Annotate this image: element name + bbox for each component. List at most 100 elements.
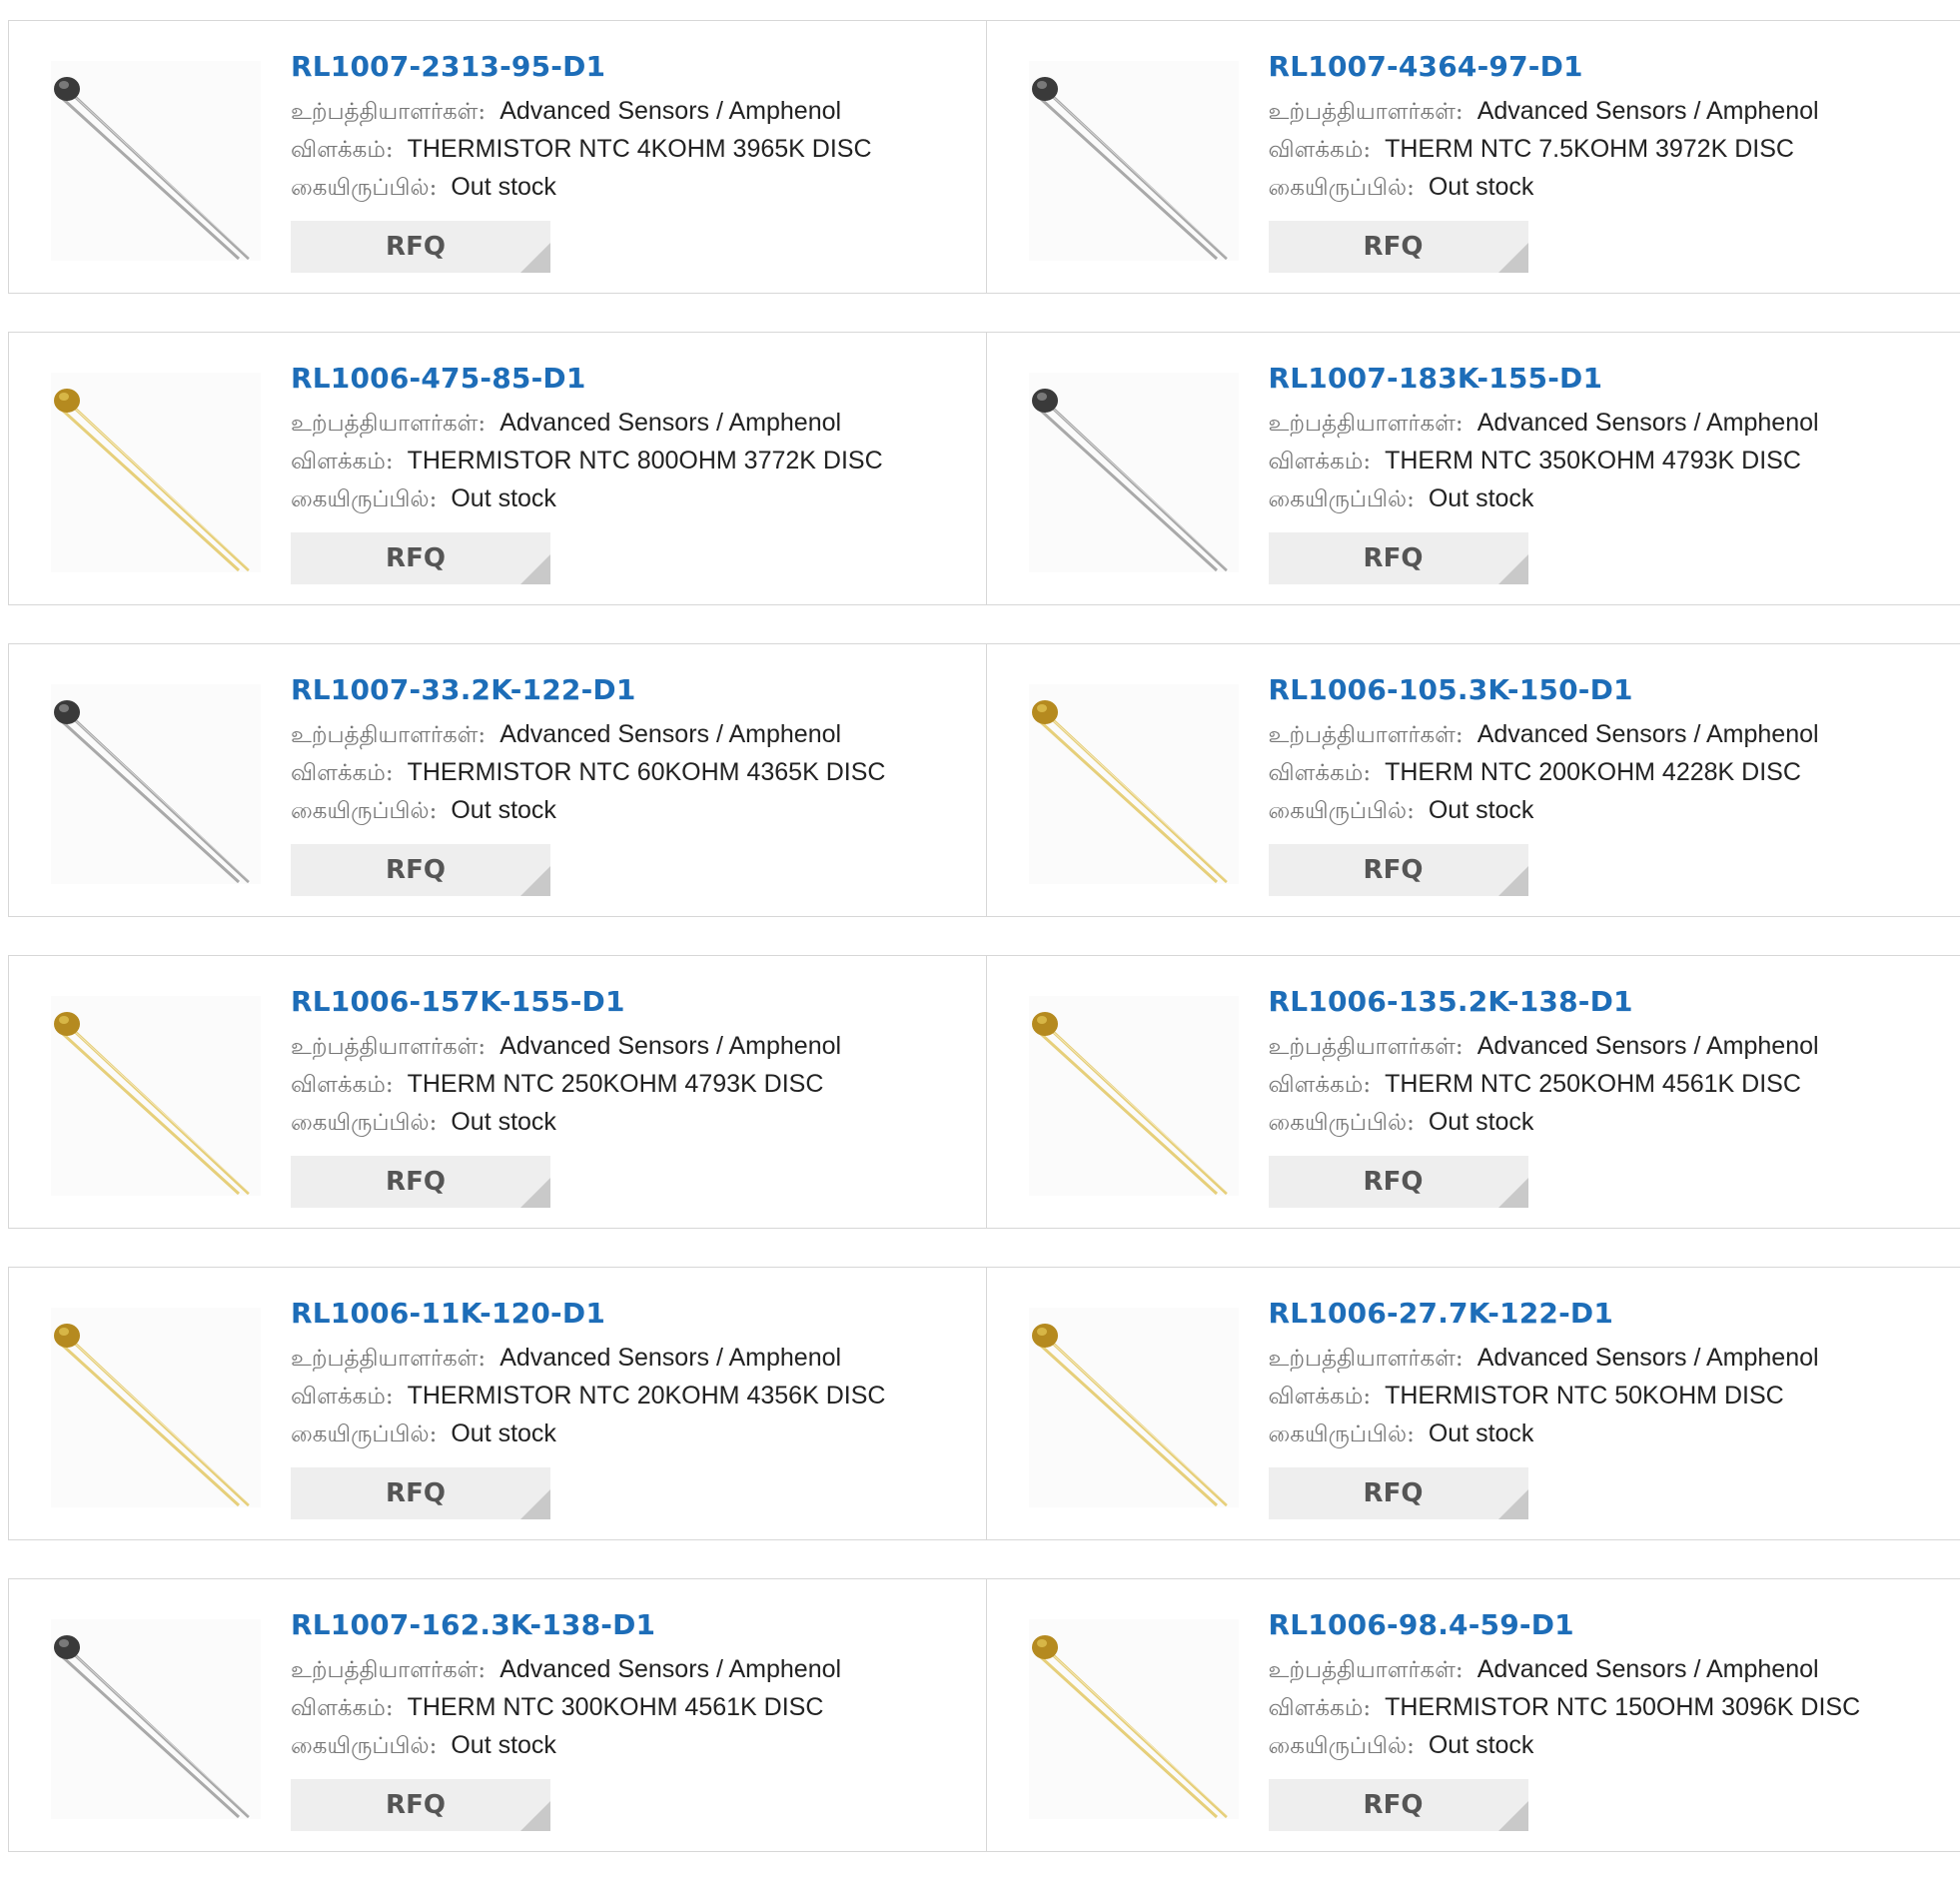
rfq-button[interactable]: RFQ: [291, 1156, 550, 1208]
product-thumbnail[interactable]: [51, 684, 261, 884]
product-part-number-link[interactable]: RL1006-27.7K-122-D1: [1269, 1296, 1948, 1332]
manufacturer-label: உற்பத்தியாளர்கள்:: [291, 722, 486, 748]
thermistor-image: [1029, 996, 1239, 1196]
description-value: THERM NTC 250KOHM 4561K DISC: [1385, 1070, 1801, 1098]
rfq-button-label: RFQ: [1364, 1790, 1424, 1820]
product-thumbnail[interactable]: [1029, 996, 1239, 1196]
stock-row: கையிருப்பில்:Out stock: [1269, 1416, 1948, 1453]
rfq-button-label: RFQ: [1364, 1478, 1424, 1508]
manufacturer-label: உற்பத்தியாளர்கள்:: [1269, 1346, 1464, 1372]
rfq-button-label: RFQ: [386, 855, 446, 885]
product-thumbnail[interactable]: [51, 61, 261, 261]
stock-row: கையிருப்பில்:Out stock: [1269, 1727, 1948, 1765]
product-thumbnail[interactable]: [1029, 61, 1239, 261]
corner-triangle-icon: [520, 554, 550, 584]
thermistor-image: [51, 1308, 261, 1507]
stock-label: கையிருப்பில்:: [291, 1421, 437, 1447]
product-grid: RL1007-2313-95-D1 உற்பத்தியாளர்கள்:Advan…: [8, 20, 1960, 1890]
rfq-button[interactable]: RFQ: [291, 844, 550, 896]
description-label: விளக்கம்:: [1269, 760, 1372, 786]
product-part-number-link[interactable]: RL1007-33.2K-122-D1: [291, 672, 970, 708]
stock-row: கையிருப்பில்:Out stock: [1269, 480, 1948, 518]
product-card: RL1006-98.4-59-D1 உற்பத்தியாளர்கள்:Advan…: [986, 1579, 1960, 1851]
product-thumbnail[interactable]: [51, 996, 261, 1196]
manufacturer-row: உற்பத்தியாளர்கள்:Advanced Sensors / Amph…: [291, 716, 970, 754]
rfq-button[interactable]: RFQ: [1269, 1156, 1528, 1208]
rfq-button[interactable]: RFQ: [1269, 1779, 1528, 1831]
thermistor-image: [51, 1619, 261, 1819]
product-part-number-link[interactable]: RL1007-162.3K-138-D1: [291, 1607, 970, 1643]
manufacturer-label: உற்பத்தியாளர்கள்:: [291, 1657, 486, 1683]
rfq-button[interactable]: RFQ: [1269, 1467, 1528, 1519]
description-row: விளக்கம்:THERM NTC 7.5KOHM 3972K DISC: [1269, 131, 1948, 169]
manufacturer-row: உற்பத்தியாளர்கள்:Advanced Sensors / Amph…: [1269, 93, 1948, 131]
manufacturer-label: உற்பத்தியாளர்கள்:: [1269, 1034, 1464, 1060]
manufacturer-row: உற்பத்தியாளர்கள்:Advanced Sensors / Amph…: [291, 1651, 970, 1689]
product-part-number-link[interactable]: RL1006-157K-155-D1: [291, 984, 970, 1020]
product-part-number-link[interactable]: RL1006-11K-120-D1: [291, 1296, 970, 1332]
description-value: THERM NTC 350KOHM 4793K DISC: [1385, 447, 1801, 474]
product-row: RL1007-33.2K-122-D1 உற்பத்தியாளர்கள்:Adv…: [8, 643, 1960, 917]
stock-value: Out stock: [1429, 1731, 1534, 1759]
description-label: விளக்கம்:: [1269, 449, 1372, 474]
manufacturer-value: Advanced Sensors / Amphenol: [499, 97, 841, 125]
stock-row: கையிருப்பில்:Out stock: [1269, 1104, 1948, 1142]
product-thumbnail[interactable]: [1029, 1619, 1239, 1819]
product-info: RL1006-157K-155-D1 உற்பத்தியாளர்கள்:Adva…: [291, 984, 970, 1142]
product-part-number-link[interactable]: RL1006-98.4-59-D1: [1269, 1607, 1948, 1643]
product-thumbnail[interactable]: [51, 1619, 261, 1819]
product-part-number-link[interactable]: RL1006-475-85-D1: [291, 361, 970, 397]
rfq-button[interactable]: RFQ: [291, 532, 550, 584]
description-row: விளக்கம்:THERMISTOR NTC 20KOHM 4356K DIS…: [291, 1378, 970, 1416]
description-label: விளக்கம்:: [1269, 1695, 1372, 1721]
description-value: THERMISTOR NTC 150OHM 3096K DISC: [1385, 1693, 1860, 1721]
rfq-button[interactable]: RFQ: [1269, 532, 1528, 584]
description-label: விளக்கம்:: [1269, 137, 1372, 163]
product-row: RL1006-475-85-D1 உற்பத்தியாளர்கள்:Advanc…: [8, 332, 1960, 605]
product-thumbnail[interactable]: [1029, 1308, 1239, 1507]
description-row: விளக்கம்: THERMISTOR NTC 150OHM 3096K DIS…: [1269, 1689, 1948, 1727]
product-info: RL1007-162.3K-138-D1 உற்பத்தியாளர்கள்:Ad…: [291, 1607, 970, 1765]
product-part-number-link[interactable]: RL1007-183K-155-D1: [1269, 361, 1948, 397]
product-part-number-link[interactable]: RL1006-105.3K-150-D1: [1269, 672, 1948, 708]
product-row: RL1007-162.3K-138-D1 உற்பத்தியாளர்கள்:Ad…: [8, 1578, 1960, 1852]
description-label: விளக்கம்:: [291, 1695, 394, 1721]
manufacturer-row: உற்பத்தியாளர்கள்:Advanced Sensors / Amph…: [1269, 716, 1948, 754]
stock-label: கையிருப்பில்:: [1269, 798, 1415, 824]
product-thumbnail[interactable]: [1029, 684, 1239, 884]
manufacturer-row: உற்பத்தியாளர்கள்:Advanced Sensors / Amph…: [1269, 1651, 1948, 1689]
manufacturer-row: உற்பத்தியாளர்கள்:Advanced Sensors / Amph…: [1269, 1340, 1948, 1378]
product-part-number-link[interactable]: RL1007-4364-97-D1: [1269, 49, 1948, 85]
manufacturer-label: உற்பத்தியாளர்கள்:: [1269, 99, 1464, 125]
product-card: RL1006-475-85-D1 உற்பத்தியாளர்கள்:Advanc…: [9, 333, 986, 604]
rfq-button[interactable]: RFQ: [291, 1467, 550, 1519]
manufacturer-value: Advanced Sensors / Amphenol: [1477, 1655, 1819, 1683]
product-thumbnail[interactable]: [51, 373, 261, 572]
stock-label: கையிருப்பில்:: [291, 798, 437, 824]
rfq-button[interactable]: RFQ: [291, 221, 550, 273]
description-row: விளக்கம்: THERM NTC 350KOHM 4793K DISC: [1269, 443, 1948, 480]
manufacturer-row: உற்பத்தியாளர்கள்:Advanced Sensors / Amph…: [291, 405, 970, 443]
description-label: விளக்கம்:: [291, 137, 394, 163]
manufacturer-row: உற்பத்தியாளர்கள்:Advanced Sensors / Amph…: [291, 93, 970, 131]
manufacturer-value: Advanced Sensors / Amphenol: [1477, 720, 1819, 748]
stock-value: Out stock: [451, 1419, 556, 1447]
corner-triangle-icon: [520, 243, 550, 273]
description-value: THERMISTOR NTC 800OHM 3772K DISC: [408, 447, 883, 474]
description-label: விளக்கம்:: [291, 760, 394, 786]
stock-row: கையிருப்பில்:Out stock: [291, 792, 970, 830]
rfq-button[interactable]: RFQ: [291, 1779, 550, 1831]
manufacturer-label: உற்பத்தியாளர்கள்:: [1269, 411, 1464, 437]
product-thumbnail[interactable]: [1029, 373, 1239, 572]
stock-row: கையிருப்பில்: Out stock: [291, 1416, 970, 1453]
product-part-number-link[interactable]: RL1007-2313-95-D1: [291, 49, 970, 85]
product-part-number-link[interactable]: RL1006-135.2K-138-D1: [1269, 984, 1948, 1020]
product-thumbnail[interactable]: [51, 1308, 261, 1507]
rfq-button[interactable]: RFQ: [1269, 844, 1528, 896]
thermistor-image: [51, 684, 261, 884]
rfq-button-label: RFQ: [386, 232, 446, 262]
manufacturer-value: Advanced Sensors / Amphenol: [499, 409, 841, 437]
rfq-button-label: RFQ: [1364, 1167, 1424, 1197]
description-row: விளக்கம்:THERMISTOR NTC 50KOHM DISC: [1269, 1378, 1948, 1416]
rfq-button[interactable]: RFQ: [1269, 221, 1528, 273]
